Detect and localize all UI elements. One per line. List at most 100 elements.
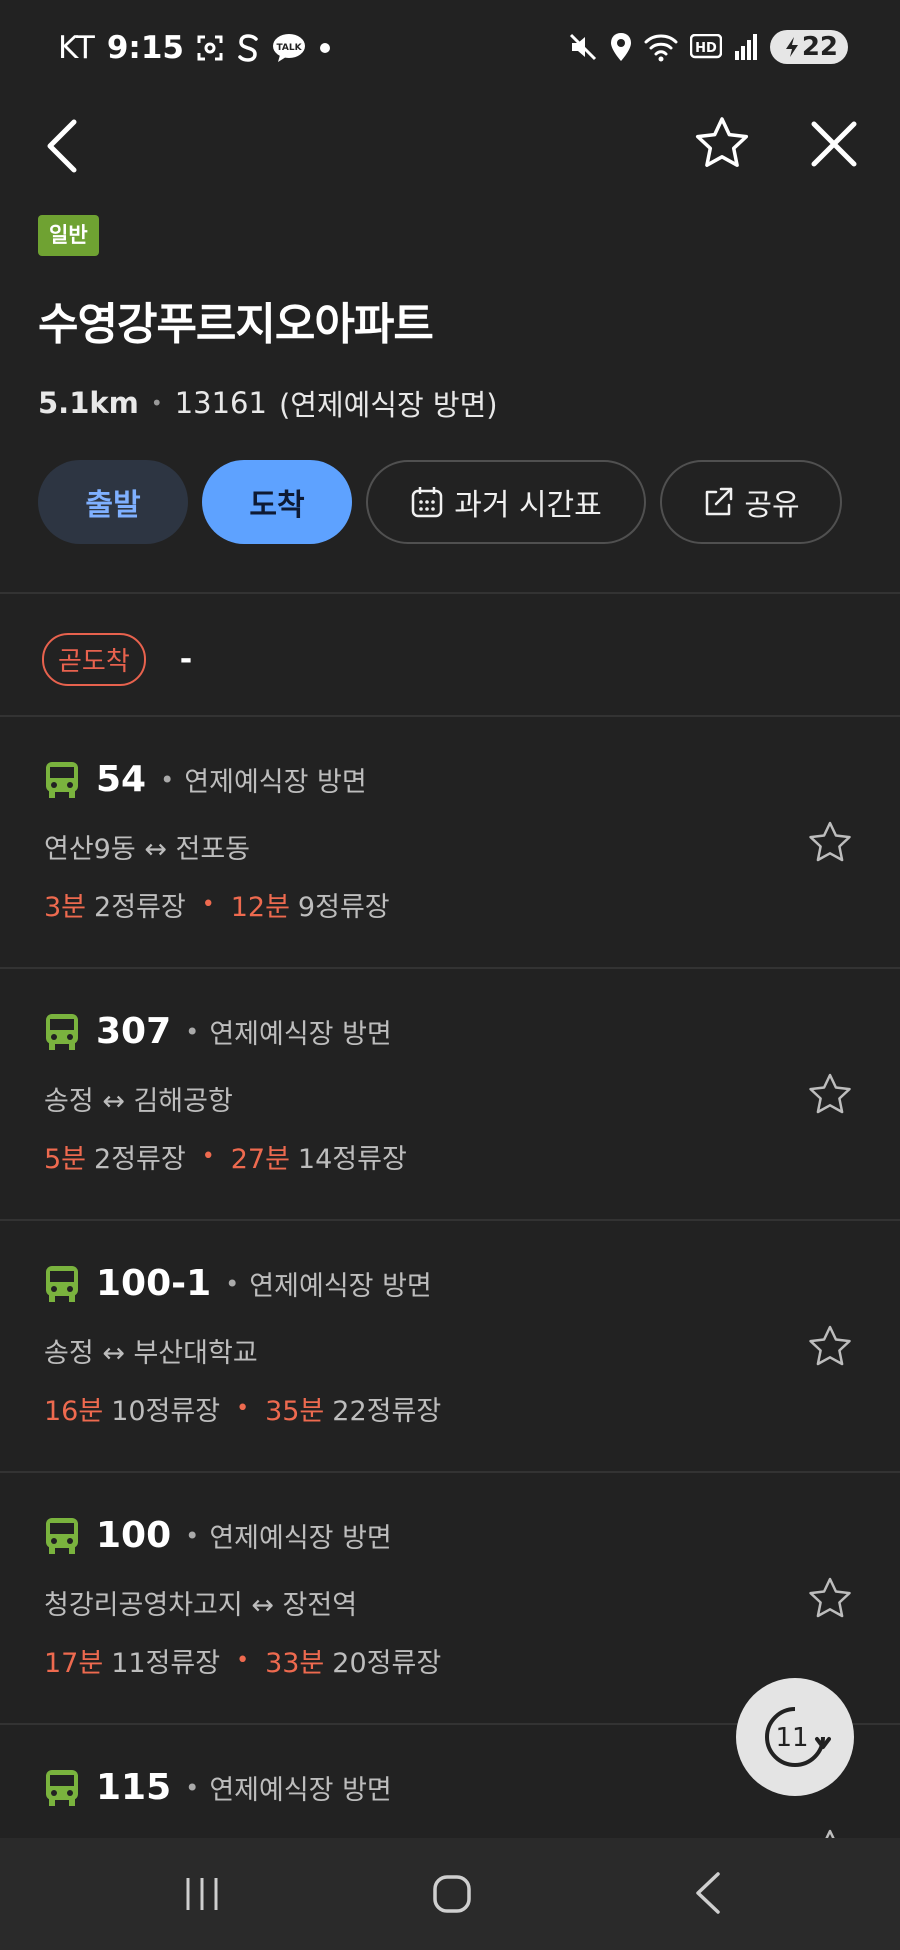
bus-icon [46, 761, 78, 798]
arrive-button[interactable]: 도착 [202, 460, 352, 544]
calendar-icon [411, 487, 443, 518]
route-direction: 연제예식장 방면 [209, 1775, 392, 1806]
route-direction: 연제예식장 방면 [209, 1523, 392, 1554]
top-navigation [0, 100, 900, 190]
home-icon[interactable] [432, 1874, 472, 1914]
second-arrival-time: 35분 [265, 1396, 325, 1427]
bus-icon [46, 1013, 78, 1050]
route-direction: 연제예식장 방면 [184, 767, 367, 798]
system-navigation-bar [0, 1838, 900, 1950]
share-label: 공유 [744, 488, 800, 523]
share-icon [706, 487, 733, 516]
second-arrival-time: 27분 [230, 1144, 290, 1175]
meta-separator: • [150, 391, 163, 415]
wifi-icon [644, 34, 678, 62]
soon-arrival-value: - [179, 642, 193, 677]
stop-meta: 5.1km • 13161 (연제예식장 방면) [38, 382, 498, 424]
second-arrival-time: 12분 [230, 892, 290, 923]
route-header: 115 • 연제예식장 방면 [44, 1767, 392, 1808]
route-header: 100-1 • 연제예식장 방면 [44, 1263, 432, 1304]
route-item[interactable]: 307 • 연제예식장 방면 송정 ↔ 김해공항 5분 2정류장 • 27분 1… [0, 969, 900, 1221]
route-favorite-star-icon[interactable] [806, 1575, 854, 1623]
kakaotalk-icon: TALK [272, 34, 305, 62]
first-arrival-stops: 11정류장 [111, 1648, 221, 1679]
svg-text:TALK: TALK [276, 43, 302, 53]
carrier-label: KT [58, 30, 95, 66]
action-buttons: 출발 도착 과거 시간표 공유 [38, 460, 842, 544]
first-arrival-stops: 10정류장 [111, 1396, 221, 1427]
route-item[interactable]: 100-1 • 연제예식장 방면 송정 ↔ 부산대학교 16분 10정류장 • … [0, 1221, 900, 1473]
page-title: 수영강푸르지오아파트 [38, 299, 434, 350]
route-path: 연산9동 ↔ 전포동 [44, 834, 251, 865]
second-arrival-stops: 9정류장 [297, 892, 390, 923]
route-favorite-star-icon[interactable] [806, 1323, 854, 1371]
route-favorite-star-icon[interactable] [806, 1071, 854, 1119]
route-number: 54 [96, 759, 147, 800]
second-arrival-stops: 20정류장 [332, 1648, 442, 1679]
hd-icon: HD [689, 34, 722, 59]
stop-type-badge: 일반 [38, 215, 99, 256]
refresh-countdown-icon: 11 [765, 1707, 831, 1767]
route-header: 307 • 연제예식장 방면 [44, 1011, 392, 1052]
route-separator: • [185, 1017, 200, 1046]
status-bar: KT 9:15 TALK HD 22 [0, 0, 900, 100]
route-favorite-star-icon[interactable] [806, 1827, 854, 1838]
close-icon[interactable] [808, 118, 860, 170]
samsung-s-icon [238, 34, 258, 62]
timetable-label: 과거 시간표 [454, 488, 602, 523]
route-path: 송정 ↔ 부산대학교 [44, 1338, 258, 1369]
mute-icon [569, 33, 596, 61]
depart-label: 출발 [85, 488, 141, 523]
route-separator: • [185, 1773, 200, 1802]
system-back-icon[interactable] [690, 1870, 726, 1916]
route-favorite-star-icon[interactable] [806, 819, 854, 867]
stop-id: 13161 [174, 386, 267, 420]
first-arrival-time: 17분 [44, 1648, 104, 1679]
share-button[interactable]: 공유 [660, 460, 842, 544]
soon-arrival-row: 곧도착 - [42, 633, 192, 686]
past-timetable-button[interactable]: 과거 시간표 [366, 460, 646, 544]
recent-apps-icon[interactable] [182, 1874, 222, 1914]
arrival-times: 5분 2정류장 • 27분 14정류장 [44, 1137, 407, 1176]
refresh-countdown: 11 [775, 1723, 808, 1753]
depart-button[interactable]: 출발 [38, 460, 188, 544]
bus-icon [46, 1517, 78, 1554]
section-divider [0, 592, 900, 594]
first-arrival-stops: 2정류장 [94, 892, 186, 923]
back-arrow-icon[interactable] [40, 116, 88, 176]
soon-arrival-badge: 곧도착 [42, 633, 146, 686]
first-arrival-time: 16분 [44, 1396, 104, 1427]
location-icon [610, 33, 631, 61]
arrival-times: 3분 2정류장 • 12분 9정류장 [44, 885, 390, 924]
status-left: KT 9:15 TALK [58, 30, 332, 66]
favorite-star-icon[interactable] [692, 114, 752, 174]
route-item[interactable]: 54 • 연제예식장 방면 연산9동 ↔ 전포동 3분 2정류장 • 12분 9… [0, 717, 900, 969]
time-separator: • [201, 1144, 215, 1169]
route-number: 100 [96, 1515, 172, 1556]
stop-distance: 5.1km [38, 386, 139, 420]
refresh-button[interactable]: 11 [736, 1678, 854, 1796]
signal-icon [734, 34, 757, 60]
route-header: 54 • 연제예식장 방면 [44, 759, 367, 800]
arrival-times: 17분 11정류장 • 33분 20정류장 [44, 1641, 441, 1680]
second-arrival-stops: 14정류장 [297, 1144, 407, 1175]
first-arrival-time: 5분 [44, 1144, 87, 1175]
first-arrival-stops: 2정류장 [94, 1144, 186, 1175]
second-arrival-time: 33분 [265, 1648, 325, 1679]
route-separator: • [160, 765, 175, 794]
status-right: HD 22 [568, 30, 848, 64]
clock: 9:15 [106, 30, 184, 66]
time-separator: • [236, 1648, 250, 1673]
battery-level: 22 [801, 32, 838, 62]
screenshot-icon [197, 35, 223, 61]
second-arrival-stops: 22정류장 [332, 1396, 442, 1427]
route-number: 115 [96, 1767, 172, 1808]
route-direction: 연제예식장 방면 [249, 1271, 432, 1302]
arrival-times: 16분 10정류장 • 35분 22정류장 [44, 1389, 441, 1428]
dot-icon [319, 43, 330, 53]
time-separator: • [236, 1396, 250, 1421]
bus-icon [46, 1265, 78, 1302]
stop-direction: (연제예식장 방면) [278, 388, 498, 422]
charging-icon [785, 37, 798, 57]
route-path: 송정 ↔ 김해공항 [44, 1086, 233, 1117]
